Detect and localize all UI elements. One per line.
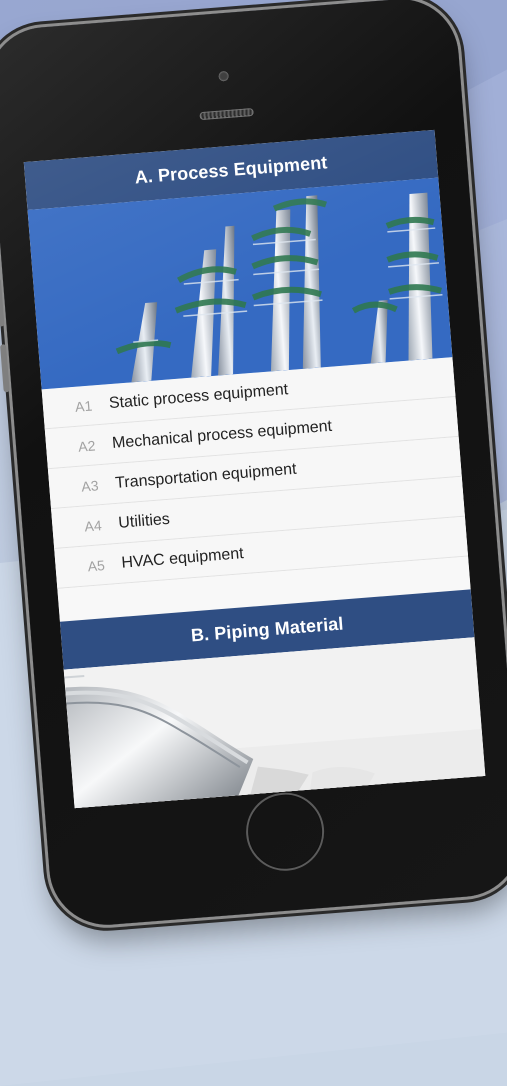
item-code-a3: A3 [80,476,100,495]
item-code-a1: A1 [74,397,93,415]
section-title-piping-material: B. Piping Material [190,613,345,645]
item-label-static-process-equipment: Static process equipment [108,380,289,412]
item-label-mechanical-process-equipment: Mechanical process equipment [111,417,333,452]
item-label-transportation-equipment: Transportation equipment [114,460,298,492]
item-code-a2: A2 [77,436,96,455]
phone-device: A. Process Equipment A1 Static process e… [0,0,507,930]
item-code-a4: A4 [83,516,103,534]
section-title-process-equipment: A. Process Equipment [133,151,328,187]
phone-screen: A. Process Equipment A1 Static process e… [23,129,486,809]
item-label-utilities: Utilities [117,510,171,532]
refinery-columns-image [27,177,453,390]
item-code-a5: A5 [87,556,106,574]
process-equipment-list: A1 Static process equipment A2 Mechanica… [41,357,469,589]
item-label-hvac-equipment: HVAC equipment [120,544,245,572]
process-equipment-image [27,177,453,390]
